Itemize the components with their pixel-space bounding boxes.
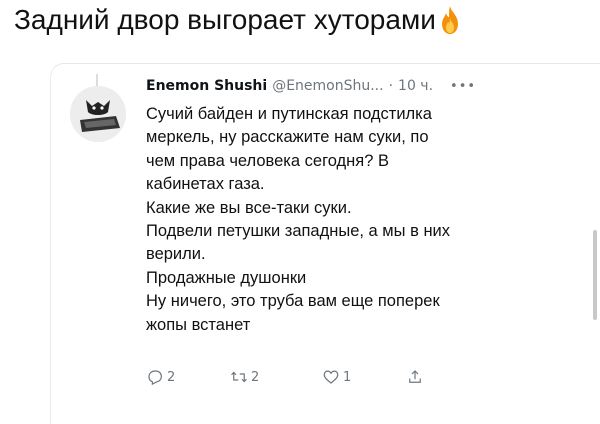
like-count: 1 [343,369,352,385]
caption: Задний двор выгорает хуторами [14,4,462,36]
tweet-line: жопы встанет [146,315,251,334]
separator: · [388,78,394,94]
retweet-button[interactable]: 2 [230,368,322,386]
share-button[interactable] [406,368,424,386]
caption-text: Задний двор выгорает хуторами [14,4,436,35]
tweet-line: Какие же вы все-таки суки. [146,198,352,217]
reply-count: 2 [167,369,176,385]
tweet-line: верили. [146,245,206,264]
tweet-line: меркель, ну расскажите нам суки, по [146,128,429,147]
tweet-line: Продажные душонки [146,268,307,287]
retweet-icon [231,371,247,383]
avatar[interactable] [70,86,126,142]
more-dots-icon[interactable]: ••• [450,79,476,94]
heart-icon [323,370,339,384]
fire-icon [441,6,458,34]
tweet-line: Сучий байден и путинская подстилка [146,105,432,123]
like-button[interactable]: 1 [322,368,406,386]
tweet-line: Подвели петушки западные, а мы в них [146,222,451,241]
tweet-time[interactable]: 10 ч. [398,78,433,94]
avatar-image [70,86,126,142]
tweet-header: Enemon Shushi @EnemonShu... · 10 ч. ••• [146,78,476,94]
tweet-line: чем права человека сегодня? В [146,151,389,170]
author-handle[interactable]: @EnemonShu... [272,78,383,94]
retweet-count: 2 [251,369,260,385]
tweet-actions: 2 2 1 [146,368,424,386]
tweet-line: Ну ничего, это труба вам еще поперек [146,292,440,311]
thread-line [96,74,98,86]
tweet-text: Сучий байден и путинская подстилка мерке… [146,103,546,337]
reply-icon [148,370,162,386]
share-icon [409,370,421,383]
author-name[interactable]: Enemon Shushi [146,78,267,94]
scrollbar[interactable] [593,230,597,320]
tweet-line: кабинетах газа. [146,175,265,194]
reply-button[interactable]: 2 [146,368,230,386]
